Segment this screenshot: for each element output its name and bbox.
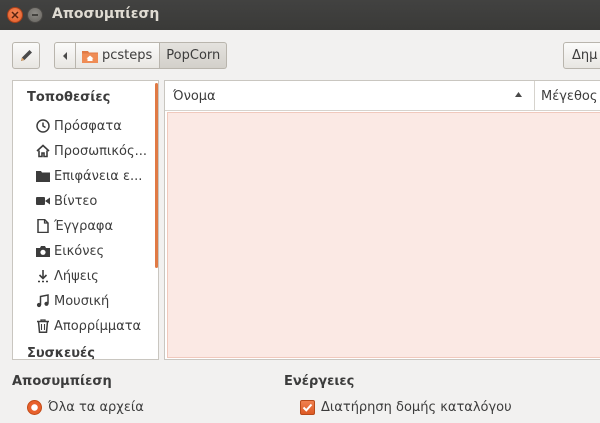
checkmark-icon — [302, 403, 313, 412]
sidebar-heading-places: Τοποθεσίες — [27, 90, 111, 105]
path-bar: pcsteps PopCorn — [54, 42, 228, 69]
sidebar-item-desktop[interactable]: Επιφάνεια ε... — [35, 165, 157, 187]
folder-icon — [35, 168, 51, 184]
sidebar-item-pictures[interactable]: Εικόνες — [35, 240, 157, 262]
path-crumb-label: PopCorn — [166, 48, 221, 63]
music-note-icon — [35, 293, 51, 309]
sidebar-item-videos[interactable]: Βίντεο — [35, 190, 157, 212]
all-files-label[interactable]: Όλα τα αρχεία — [48, 400, 144, 415]
create-folder-button[interactable]: Δημ — [563, 42, 600, 69]
clock-icon — [35, 118, 51, 134]
title-bar: Αποσυμπίεση — [0, 0, 600, 30]
column-header-size[interactable]: Μέγεθος — [535, 81, 598, 111]
file-list-header: Όνομα Μέγεθος — [165, 81, 600, 111]
sidebar-item-recent[interactable]: Πρόσφατα — [35, 115, 157, 137]
column-header-name[interactable]: Όνομα — [165, 81, 535, 111]
file-list-body[interactable] — [167, 112, 600, 358]
column-header-label: Όνομα — [173, 89, 216, 104]
trash-icon — [35, 318, 51, 334]
sidebar-item-label: Έγγραφα — [54, 218, 114, 234]
video-camera-icon — [35, 193, 51, 209]
chevron-left-icon — [63, 52, 67, 60]
sidebar-item-label: Βίντεο — [54, 193, 98, 209]
sidebar-item-label: Εικόνες — [54, 243, 105, 259]
keep-structure-label[interactable]: Διατήρηση δομής καταλόγου — [321, 400, 512, 415]
places-sidebar: Τοποθεσίες Πρόσφατα Προσωπικός... Επιφάν… — [12, 80, 159, 360]
download-icon — [35, 268, 51, 284]
minimize-window-button[interactable] — [27, 7, 43, 23]
keep-structure-checkbox[interactable] — [300, 400, 315, 415]
sidebar-item-label: Προσωπικός... — [54, 143, 147, 159]
all-files-radio[interactable] — [27, 400, 42, 415]
window-title: Αποσυμπίεση — [52, 6, 160, 22]
sidebar-item-label: Απορρίμματα — [54, 318, 142, 334]
file-list: Όνομα Μέγεθος — [164, 80, 600, 360]
document-icon — [35, 218, 51, 234]
sidebar-item-label: Λήψεις — [54, 268, 99, 284]
home-icon — [35, 143, 51, 159]
close-window-button[interactable] — [7, 7, 23, 23]
home-folder-icon — [82, 50, 98, 63]
actions-section-heading: Ενέργειες — [284, 374, 355, 389]
column-header-label: Μέγεθος — [541, 89, 598, 104]
sidebar-item-trash[interactable]: Απορρίμματα — [35, 315, 157, 337]
close-icon — [11, 11, 19, 19]
path-crumb-popcorn[interactable]: PopCorn — [160, 42, 228, 69]
type-location-button[interactable] — [12, 42, 40, 69]
path-crumb-label: pcsteps — [102, 48, 153, 63]
extract-section-heading: Αποσυμπίεση — [12, 374, 112, 389]
sidebar-item-documents[interactable]: Έγγραφα — [35, 215, 157, 237]
minimize-icon — [32, 14, 38, 16]
sidebar-heading-devices: Συσκευές — [27, 346, 95, 360]
sidebar-item-label: Μουσική — [54, 293, 110, 309]
sidebar-item-music[interactable]: Μουσική — [35, 290, 157, 312]
sidebar-item-label: Πρόσφατα — [54, 118, 122, 134]
camera-icon — [35, 243, 51, 259]
path-back-button[interactable] — [54, 42, 76, 69]
path-crumb-pcsteps[interactable]: pcsteps — [76, 42, 161, 69]
sidebar-item-label: Επιφάνεια ε... — [54, 168, 143, 184]
sidebar-item-home[interactable]: Προσωπικός... — [35, 140, 157, 162]
pencil-icon — [21, 50, 32, 61]
toolbar: pcsteps PopCorn Δημ — [0, 30, 600, 80]
sidebar-item-downloads[interactable]: Λήψεις — [35, 265, 157, 287]
sort-ascending-icon — [515, 92, 522, 97]
